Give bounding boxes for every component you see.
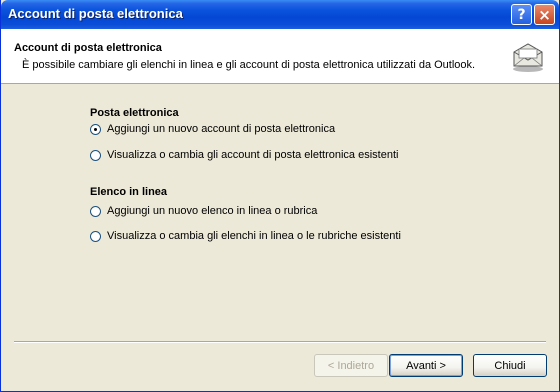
radio-add-email-account[interactable]: Aggiungi un nuovo account di posta elett… (90, 122, 335, 136)
separator-line (14, 341, 546, 343)
header-title: Account di posta elettronica (14, 42, 162, 54)
email-section-title: Posta elettronica (90, 107, 179, 119)
radio-button[interactable] (90, 149, 101, 161)
radio-button[interactable] (90, 205, 101, 217)
radio-label[interactable]: Aggiungi un nuovo elenco in linea o rubr… (107, 205, 317, 217)
wizard-header: Account di posta elettronica È possibile… (1, 29, 559, 84)
title-bar[interactable]: Account di posta elettronica ? × (1, 0, 559, 29)
close-window-button[interactable]: × (534, 4, 555, 25)
directory-section-title: Elenco in linea (90, 186, 168, 198)
mail-accounts-icon (513, 43, 543, 72)
radio-label[interactable]: Visualizza o cambia gli account di posta… (107, 149, 398, 161)
dialog-window: Account di posta elettronica ? × Account… (0, 0, 560, 392)
help-button[interactable]: ? (511, 4, 532, 25)
radio-add-directory[interactable]: Aggiungi un nuovo elenco in linea o rubr… (90, 204, 317, 218)
back-button[interactable]: < Indietro (314, 354, 388, 377)
radio-view-email-accounts[interactable]: Visualizza o cambia gli account di posta… (90, 148, 398, 162)
radio-label[interactable]: Aggiungi un nuovo account di posta elett… (107, 123, 335, 135)
close-button[interactable]: Chiudi (473, 354, 547, 377)
radio-view-directories[interactable]: Visualizza o cambia gli elenchi in linea… (90, 229, 401, 243)
radio-button[interactable] (90, 230, 101, 242)
window-title: Account di posta elettronica (8, 6, 183, 21)
radio-label[interactable]: Visualizza o cambia gli elenchi in linea… (107, 230, 401, 242)
next-button[interactable]: Avanti > (389, 354, 463, 377)
radio-button-selected[interactable] (90, 123, 101, 135)
header-subtitle: È possibile cambiare gli elenchi in line… (22, 59, 476, 71)
